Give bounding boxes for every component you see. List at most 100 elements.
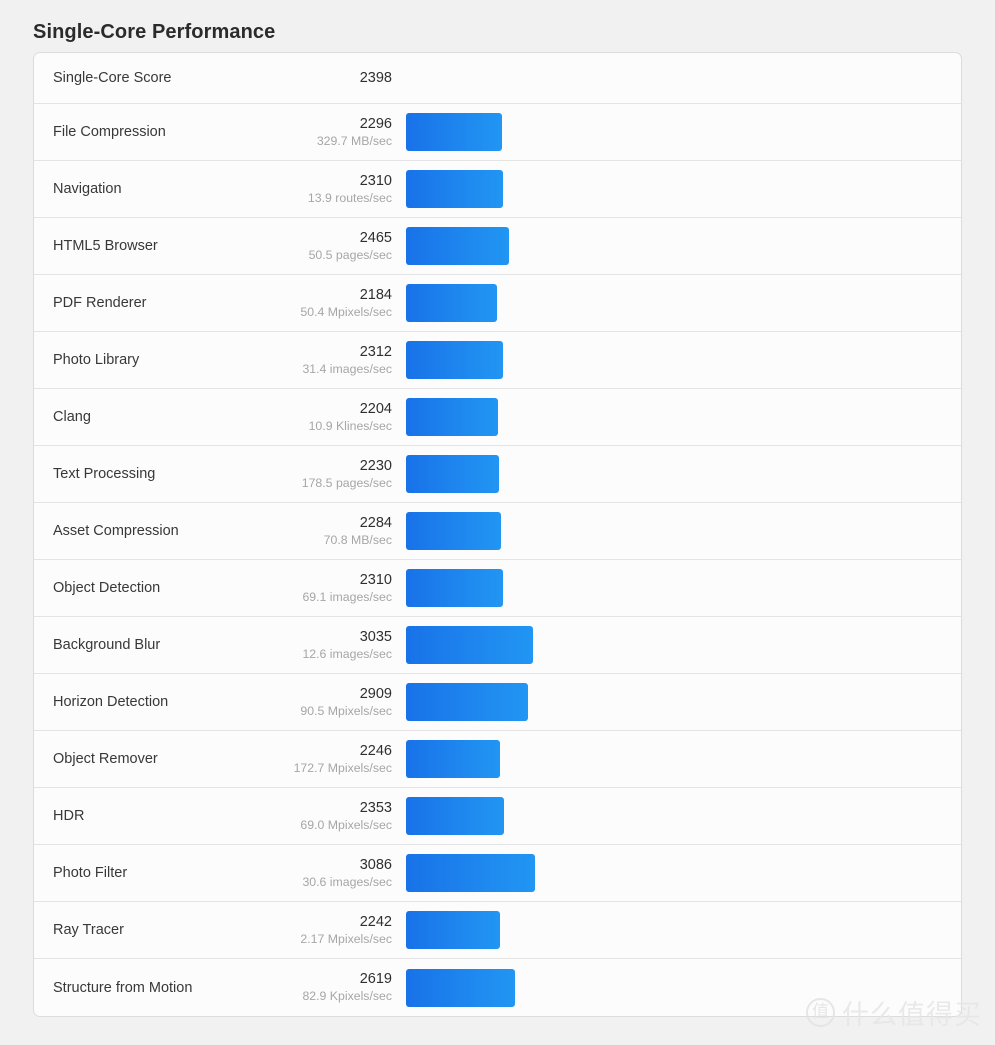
benchmark-bar bbox=[406, 911, 500, 949]
benchmark-score: 2246 bbox=[359, 742, 392, 759]
benchmark-bar-track bbox=[406, 569, 951, 607]
benchmark-bar bbox=[406, 227, 510, 265]
benchmark-bar bbox=[406, 683, 528, 721]
benchmark-row: Text Processing 2230 178.5 pages/sec bbox=[34, 446, 961, 503]
benchmark-rate: 13.9 routes/sec bbox=[307, 190, 392, 205]
page-title: Single-Core Performance bbox=[33, 21, 276, 44]
benchmark-rate: 82.9 Kpixels/sec bbox=[302, 989, 392, 1003]
benchmark-row: HDR 2353 69.0 Mpixels/sec bbox=[34, 788, 961, 845]
benchmark-score: 2204 bbox=[359, 400, 392, 417]
benchmark-row: PDF Renderer 2184 50.4 Mpixels/sec bbox=[34, 275, 961, 332]
benchmark-row: Horizon Detection 2909 90.5 Mpixels/sec bbox=[34, 674, 961, 731]
benchmark-row: Navigation 2310 13.9 routes/sec bbox=[34, 161, 961, 218]
benchmark-row: HTML5 Browser 2465 50.5 pages/sec bbox=[34, 218, 961, 275]
benchmark-bar bbox=[406, 398, 499, 436]
benchmark-values: 2619 82.9 Kpixels/sec bbox=[34, 970, 392, 1005]
benchmark-values: 2284 70.8 MB/sec bbox=[34, 514, 392, 549]
benchmark-score: 3086 bbox=[359, 856, 392, 873]
benchmark-score: 2284 bbox=[359, 514, 392, 531]
benchmark-bar bbox=[406, 170, 503, 208]
benchmark-values: 2296 329.7 MB/sec bbox=[34, 115, 392, 150]
benchmark-bar bbox=[406, 113, 502, 151]
benchmark-score: 2296 bbox=[359, 115, 392, 132]
benchmark-bar-track bbox=[406, 341, 951, 379]
benchmark-bar-track bbox=[406, 284, 951, 322]
benchmark-bar bbox=[406, 740, 500, 778]
benchmark-bar bbox=[406, 626, 533, 664]
benchmark-values: 2353 69.0 Mpixels/sec bbox=[34, 799, 392, 834]
benchmark-values: 2312 31.4 images/sec bbox=[34, 343, 392, 378]
benchmark-bar-track bbox=[406, 398, 951, 436]
benchmark-rate: 329.7 MB/sec bbox=[316, 133, 392, 148]
benchmark-values: 2310 13.9 routes/sec bbox=[34, 172, 392, 207]
benchmark-bar-track bbox=[406, 797, 951, 835]
benchmark-results-card: Single-Core Score 2398 File Compression 2… bbox=[33, 52, 962, 1017]
benchmark-bar-track bbox=[406, 683, 951, 721]
benchmark-row: Photo Library 2312 31.4 images/sec bbox=[34, 332, 961, 389]
benchmark-rate: 50.4 Mpixels/sec bbox=[300, 304, 392, 319]
benchmark-values: 3086 30.6 images/sec bbox=[34, 856, 392, 891]
benchmark-values: 2242 2.17 Mpixels/sec bbox=[34, 913, 392, 948]
benchmark-score: 2465 bbox=[359, 229, 392, 246]
benchmark-row: Structure from Motion 2619 82.9 Kpixels/se… bbox=[34, 959, 961, 1016]
benchmark-score: 2353 bbox=[359, 799, 392, 816]
benchmark-score: 2312 bbox=[359, 343, 392, 360]
benchmark-row: Object Detection 2310 69.1 images/sec bbox=[34, 560, 961, 617]
benchmark-bar-track bbox=[406, 968, 951, 1007]
benchmark-rate: 69.0 Mpixels/sec bbox=[300, 817, 392, 832]
benchmark-score: 3035 bbox=[359, 628, 392, 645]
benchmark-bar-track bbox=[406, 170, 951, 208]
benchmark-values: 2246 172.7 Mpixels/sec bbox=[34, 742, 392, 777]
benchmark-row: Object Remover 2246 172.7 Mpixels/sec bbox=[34, 731, 961, 788]
benchmark-score: 2242 bbox=[359, 913, 392, 930]
benchmark-bar-track bbox=[406, 113, 951, 151]
benchmark-row: Ray Tracer 2242 2.17 Mpixels/sec bbox=[34, 902, 961, 959]
benchmark-values: 2204 10.9 Klines/sec bbox=[34, 400, 392, 435]
benchmark-row: Clang 2204 10.9 Klines/sec bbox=[34, 389, 961, 446]
benchmark-rate: 90.5 Mpixels/sec bbox=[300, 703, 392, 718]
benchmark-rate: 30.6 images/sec bbox=[302, 874, 392, 889]
benchmark-score: 2310 bbox=[359, 571, 392, 588]
benchmark-values: 2184 50.4 Mpixels/sec bbox=[34, 286, 392, 321]
summary-row: Single-Core Score 2398 bbox=[34, 53, 961, 104]
benchmark-bar bbox=[406, 512, 502, 550]
benchmark-rate: 69.1 images/sec bbox=[302, 589, 392, 604]
benchmark-bar-track bbox=[406, 512, 951, 550]
benchmark-score: 2909 bbox=[359, 685, 392, 702]
benchmark-rate: 2.17 Mpixels/sec bbox=[300, 931, 392, 946]
benchmark-rate: 172.7 Mpixels/sec bbox=[293, 760, 392, 775]
benchmark-values: 2465 50.5 pages/sec bbox=[34, 229, 392, 264]
benchmark-bar bbox=[406, 854, 535, 892]
benchmark-rate: 178.5 pages/sec bbox=[301, 475, 392, 490]
benchmark-bar-track bbox=[406, 740, 951, 778]
benchmark-bar-track bbox=[406, 227, 951, 265]
benchmark-score: 2310 bbox=[359, 172, 392, 189]
benchmark-row: File Compression 2296 329.7 MB/sec bbox=[34, 104, 961, 161]
benchmark-row: Photo Filter 3086 30.6 images/sec bbox=[34, 845, 961, 902]
benchmark-bar bbox=[406, 284, 498, 322]
benchmark-bar-track bbox=[406, 854, 951, 892]
benchmark-values: 2310 69.1 images/sec bbox=[34, 571, 392, 606]
benchmark-bar-track bbox=[406, 911, 951, 949]
benchmark-row: Asset Compression 2284 70.8 MB/sec bbox=[34, 503, 961, 560]
benchmark-values: 3035 12.6 images/sec bbox=[34, 628, 392, 663]
benchmark-row-list: File Compression 2296 329.7 MB/sec Navigati… bbox=[34, 104, 961, 1016]
benchmark-score: 2230 bbox=[359, 457, 392, 474]
summary-values: 2398 bbox=[34, 69, 392, 87]
benchmark-bar bbox=[406, 968, 516, 1007]
summary-score: 2398 bbox=[359, 70, 392, 86]
benchmark-bar-track bbox=[406, 455, 951, 493]
benchmark-score: 2619 bbox=[359, 971, 392, 987]
benchmark-values: 2230 178.5 pages/sec bbox=[34, 457, 392, 492]
benchmark-rate: 70.8 MB/sec bbox=[323, 532, 392, 547]
benchmark-rate: 10.9 Klines/sec bbox=[308, 418, 392, 433]
benchmark-values: 2909 90.5 Mpixels/sec bbox=[34, 685, 392, 720]
benchmark-bar bbox=[406, 341, 503, 379]
benchmark-score: 2184 bbox=[359, 286, 392, 303]
benchmark-rate: 50.5 pages/sec bbox=[308, 247, 392, 262]
benchmark-rate: 12.6 images/sec bbox=[302, 646, 392, 661]
benchmark-bar bbox=[406, 569, 503, 607]
benchmark-bar-track bbox=[406, 626, 951, 664]
benchmark-bar bbox=[406, 797, 505, 835]
benchmark-row: Background Blur 3035 12.6 images/sec bbox=[34, 617, 961, 674]
